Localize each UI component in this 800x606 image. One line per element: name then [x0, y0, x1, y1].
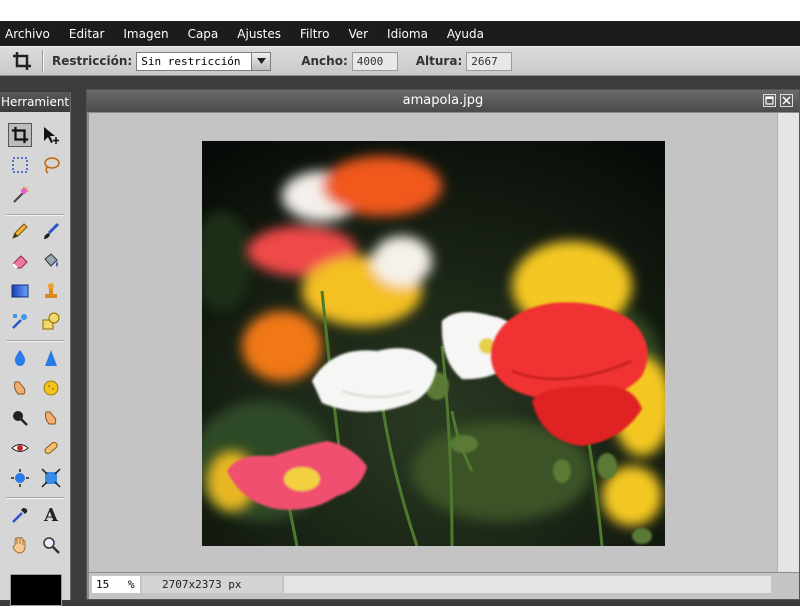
- menu-archivo[interactable]: Archivo: [0, 27, 64, 41]
- zoom-icon[interactable]: [39, 533, 63, 557]
- spot-heal-icon[interactable]: [39, 436, 63, 460]
- top-blank-strip: [0, 0, 800, 21]
- menu-capa[interactable]: Capa: [183, 27, 233, 41]
- sharpen-icon[interactable]: [39, 346, 63, 370]
- menu-ajustes[interactable]: Ajustes: [232, 27, 295, 41]
- restriction-select[interactable]: Sin restricción: [136, 51, 272, 71]
- sponge-icon[interactable]: [39, 376, 63, 400]
- pinch-icon[interactable]: [39, 466, 63, 490]
- menu-ayuda[interactable]: Ayuda: [442, 27, 498, 41]
- close-icon[interactable]: [780, 94, 793, 107]
- tools-panel: Herramientas: [0, 92, 71, 606]
- chevron-down-icon[interactable]: [251, 52, 271, 70]
- marquee-select-icon[interactable]: [8, 153, 32, 177]
- eyedropper-icon[interactable]: [8, 503, 32, 527]
- menu-bar: Archivo Editar Imagen Capa Ajustes Filtr…: [0, 21, 800, 46]
- menu-ver[interactable]: Ver: [343, 27, 382, 41]
- text-tool-icon[interactable]: A: [39, 503, 63, 527]
- hand-icon[interactable]: [8, 533, 32, 557]
- document-titlebar: amapola.jpg: [87, 90, 799, 112]
- tool-divider: [6, 497, 64, 499]
- horizontal-scrollbar[interactable]: [284, 576, 771, 593]
- menu-idioma[interactable]: Idioma: [382, 27, 442, 41]
- height-label: Altura:: [415, 54, 463, 68]
- crop-tool-icon[interactable]: [8, 123, 32, 147]
- image-dimensions: 2707x2373 px: [142, 576, 282, 593]
- menu-imagen[interactable]: Imagen: [118, 27, 182, 41]
- zoom-unit: %: [127, 578, 135, 591]
- width-label: Ancho:: [301, 54, 348, 68]
- height-field[interactable]: 2667: [466, 51, 513, 71]
- lasso-icon[interactable]: [39, 153, 63, 177]
- move-tool-icon[interactable]: [39, 123, 63, 147]
- brush-icon[interactable]: [39, 219, 63, 243]
- color-replace-icon[interactable]: [8, 309, 32, 333]
- bloat-icon[interactable]: [8, 466, 32, 490]
- eraser-icon[interactable]: [8, 249, 32, 273]
- restriction-value: Sin restricción: [141, 54, 241, 68]
- document-window: amapola.jpg 15 % 2707x2373 px: [86, 89, 800, 600]
- crop-icon: [8, 49, 36, 73]
- menu-editar[interactable]: Editar: [64, 27, 119, 41]
- canvas-area[interactable]: [89, 113, 777, 572]
- pencil-icon[interactable]: [8, 219, 32, 243]
- red-eye-icon[interactable]: [8, 436, 32, 460]
- tools-panel-title: Herramientas: [0, 92, 70, 112]
- tool-options-bar: Restricción: Sin restricción Ancho: 4000…: [0, 46, 800, 76]
- magic-wand-icon[interactable]: [8, 183, 32, 207]
- restriction-label: Restricción:: [52, 54, 133, 68]
- shape-tool-icon[interactable]: [39, 309, 63, 333]
- zoom-field[interactable]: 15 %: [92, 576, 140, 593]
- tool-divider: [6, 340, 64, 342]
- dodge-icon[interactable]: [39, 406, 63, 430]
- options-divider: [42, 50, 44, 72]
- width-field[interactable]: 4000: [351, 51, 398, 71]
- gradient-icon[interactable]: [8, 279, 32, 303]
- maximize-icon[interactable]: [763, 94, 776, 107]
- vertical-scrollbar[interactable]: [777, 113, 799, 572]
- status-bar: 15 % 2707x2373 px: [89, 573, 799, 599]
- zoom-value: 15: [96, 578, 110, 591]
- clone-stamp-icon[interactable]: [39, 279, 63, 303]
- menu-filtro[interactable]: Filtro: [295, 27, 343, 41]
- burn-icon[interactable]: [8, 406, 32, 430]
- poppy-photo: [202, 141, 665, 546]
- primary-color-swatch[interactable]: [10, 574, 62, 606]
- tool-divider: [6, 214, 64, 216]
- smudge-icon[interactable]: [8, 376, 32, 400]
- document-title: amapola.jpg: [402, 93, 484, 108]
- paint-bucket-icon[interactable]: [39, 249, 63, 273]
- blur-drop-icon[interactable]: [8, 346, 32, 370]
